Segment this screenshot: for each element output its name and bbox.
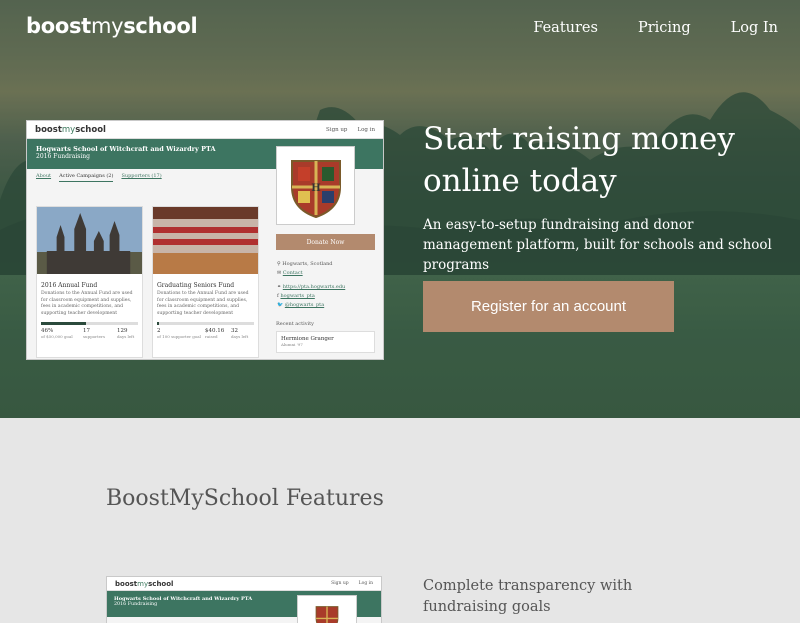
progress-bar [157, 322, 254, 326]
progress-fill [41, 322, 86, 326]
campaign-card: Graduating Seniors Fund Donations to the… [152, 206, 259, 358]
progress-fill [157, 322, 159, 326]
features-title: BoostMySchool Features [106, 486, 384, 511]
svg-text:H: H [311, 183, 320, 194]
card-description: Donations to the Annual Fund are used fo… [157, 291, 249, 316]
mockup-tab-campaigns: Active Campaigns (2) [59, 173, 114, 182]
feature-heading: Complete transparency with fundraising g… [423, 578, 633, 615]
mockup-login-link: Log in [357, 126, 375, 133]
mockup-signup-link: Sign up [326, 126, 348, 133]
mockup-logo: boostmyschool [35, 124, 106, 135]
site-logo[interactable]: boostmyschool [26, 14, 198, 38]
mockup-recent-activity: Recent activity Hermione Granger Alumni … [276, 321, 375, 353]
mockup-tab-about: About [36, 173, 52, 179]
hogwarts-crest: H [276, 146, 355, 225]
nav-login[interactable]: Log In [731, 20, 778, 36]
card-title: 2016 Annual Fund [41, 282, 98, 289]
main-nav: Features Pricing Log In [533, 20, 778, 36]
register-button[interactable]: Register for an account [423, 281, 674, 332]
gym-crowd-image [153, 207, 258, 274]
card-title: Graduating Seniors Fund [157, 282, 235, 289]
castle-image [37, 207, 142, 274]
features-mockup: boostmyschool Sign up Log in Hogwarts Sc… [106, 576, 382, 623]
hero-subtext: An easy-to-setup fundraising and donor m… [423, 217, 772, 273]
mockup-donate-button: Donate Now [276, 234, 375, 250]
nav-pricing[interactable]: Pricing [638, 20, 691, 36]
twitter-icon: 🐦 [277, 302, 285, 308]
hogwarts-crest [297, 595, 357, 623]
campaign-card: 2016 Annual Fund Donations to the Annual… [36, 206, 143, 358]
progress-bar [41, 322, 138, 326]
mockup-contact-info: ⚲ Hogwarts, Scotland ✉ Contact ⚭ https:/… [277, 261, 346, 308]
hero-mockup: boostmyschool Sign up Log in Hogwarts Sc… [26, 120, 384, 360]
hero-headline: Start raising money online today [423, 121, 735, 199]
card-description: Donations to the Annual Fund are used fo… [41, 291, 133, 316]
mockup-tab-supporters: Supporters (17) [121, 173, 162, 179]
nav-features[interactable]: Features [533, 20, 598, 36]
